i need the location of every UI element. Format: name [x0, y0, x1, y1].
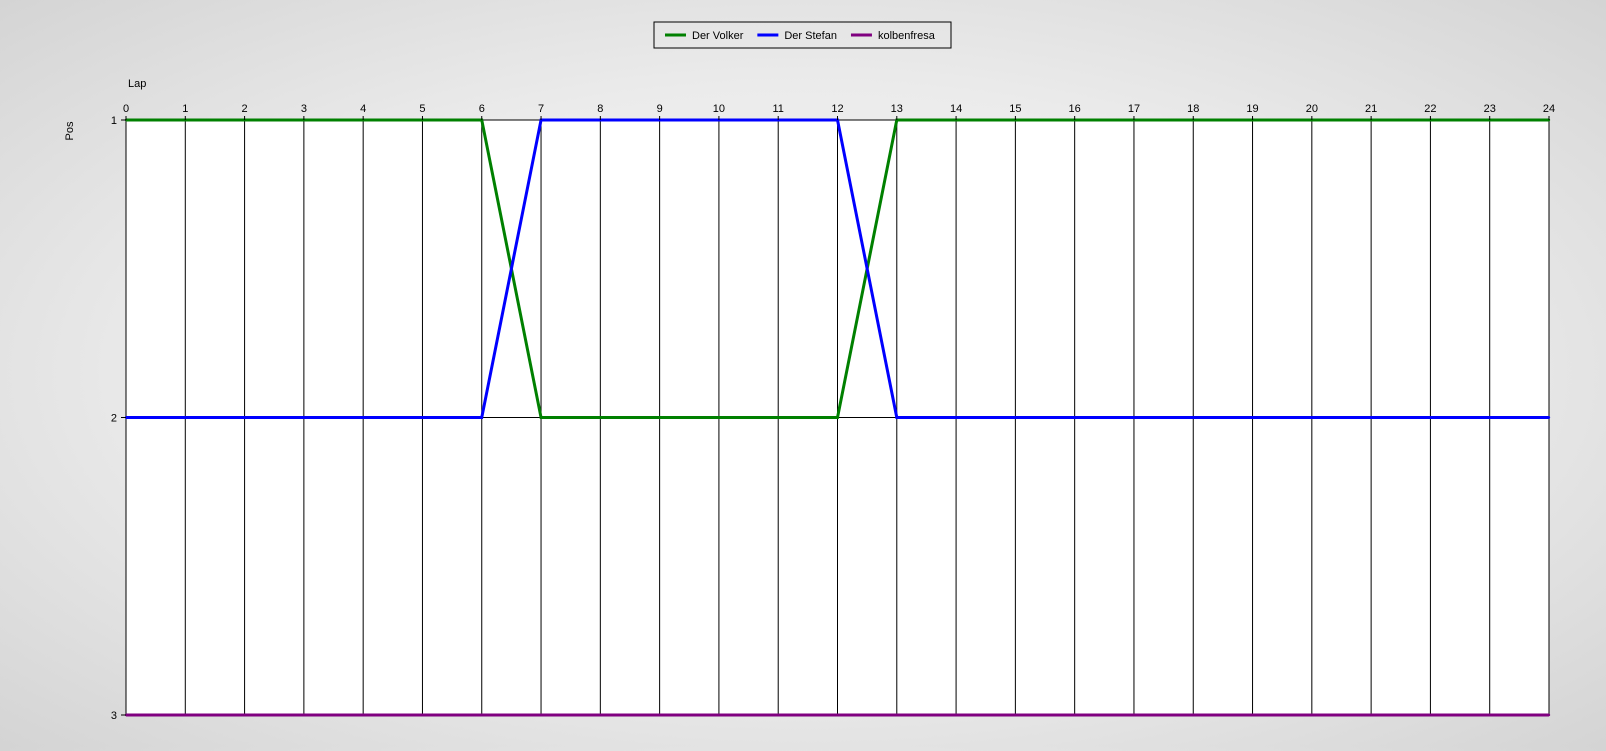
- data-point: [539, 416, 543, 419]
- data-point: [1429, 713, 1432, 717]
- data-point: [539, 713, 543, 717]
- x-tick-label: 15: [1009, 103, 1021, 115]
- data-point: [480, 713, 483, 717]
- legend-label: kolbenfresa: [878, 30, 936, 42]
- legend: Der Volker Der Stefan kolbenfresa: [653, 21, 952, 49]
- data-point: [243, 416, 246, 419]
- data-point: [1369, 416, 1373, 419]
- data-point: [1547, 713, 1551, 717]
- x-tick-label: 21: [1365, 103, 1377, 115]
- x-tick-label: 14: [950, 103, 962, 115]
- data-point: [361, 416, 365, 419]
- data-point: [302, 713, 306, 717]
- data-point: [1192, 416, 1195, 419]
- x-tick-label: 23: [1484, 103, 1496, 115]
- data-point: [599, 713, 602, 717]
- x-tick-label: 16: [1069, 103, 1081, 115]
- chart-svg: Der Volker Der Stefan kolbenfresa 01234567…: [64, 21, 1555, 722]
- data-point: [361, 713, 365, 717]
- data-point: [184, 713, 187, 717]
- data-point: [777, 416, 780, 419]
- data-point: [836, 416, 839, 419]
- x-tick-label: 18: [1187, 103, 1199, 115]
- data-point: [777, 713, 780, 717]
- y-axis-label: Pos: [64, 121, 76, 140]
- data-point: [1014, 416, 1017, 419]
- data-point: [243, 713, 246, 717]
- data-point: [1073, 416, 1076, 419]
- data-point: [1192, 713, 1195, 717]
- x-tick-label: 17: [1128, 103, 1140, 115]
- data-point: [658, 416, 661, 419]
- data-point: [1488, 713, 1491, 717]
- y-tick-label: 1: [111, 115, 117, 127]
- x-tick-label: 8: [597, 103, 603, 115]
- x-tick-label: 2: [242, 103, 248, 115]
- x-tick-label: 12: [831, 103, 843, 115]
- x-tick-label: 5: [419, 103, 425, 115]
- data-point: [895, 416, 898, 419]
- data-point: [1014, 713, 1017, 717]
- x-tick-label: 22: [1424, 103, 1436, 115]
- data-point: [1251, 416, 1254, 419]
- x-tick-label: 24: [1543, 103, 1555, 115]
- data-point: [717, 713, 721, 717]
- data-point: [1488, 416, 1491, 419]
- data-point: [421, 713, 424, 717]
- data-point: [954, 713, 958, 717]
- data-point: [1310, 713, 1314, 717]
- data-point: [1251, 713, 1254, 717]
- data-point: [1547, 416, 1551, 419]
- x-tick-label: 0: [123, 103, 129, 115]
- x-axis-label: Lap: [128, 78, 146, 90]
- data-point: [954, 416, 958, 419]
- legend-label: Der Volker: [692, 30, 744, 42]
- data-point: [717, 416, 721, 419]
- data-point: [421, 416, 424, 419]
- x-tick-label: 20: [1306, 103, 1318, 115]
- x-tick-label: 9: [657, 103, 663, 115]
- x-tick-label: 13: [891, 103, 903, 115]
- race-position-chart: Der Volker Der Stefan kolbenfresa 01234567…: [0, 0, 1606, 746]
- x-tick-label: 1: [182, 103, 188, 115]
- y-tick-label: 3: [111, 710, 117, 722]
- data-point: [895, 713, 898, 717]
- x-tick-label: 4: [360, 103, 366, 115]
- x-tick-label: 6: [479, 103, 485, 115]
- data-point: [1369, 713, 1373, 717]
- data-point: [184, 416, 187, 419]
- data-point: [1073, 713, 1076, 717]
- data-point: [658, 713, 661, 717]
- data-point: [1132, 416, 1136, 419]
- y-tick-label: 2: [111, 413, 117, 425]
- x-tick-label: 3: [301, 103, 307, 115]
- data-point: [302, 416, 306, 419]
- data-point: [1132, 713, 1136, 717]
- legend-label: Der Stefan: [784, 30, 837, 42]
- x-tick-label: 7: [538, 103, 544, 115]
- data-point: [599, 416, 602, 419]
- x-tick-label: 10: [713, 103, 725, 115]
- data-point: [836, 713, 839, 717]
- data-point: [1429, 416, 1432, 419]
- x-tick-label: 19: [1246, 103, 1258, 115]
- x-tick-label: 11: [772, 103, 783, 115]
- data-point: [480, 416, 483, 419]
- data-point: [1310, 416, 1314, 419]
